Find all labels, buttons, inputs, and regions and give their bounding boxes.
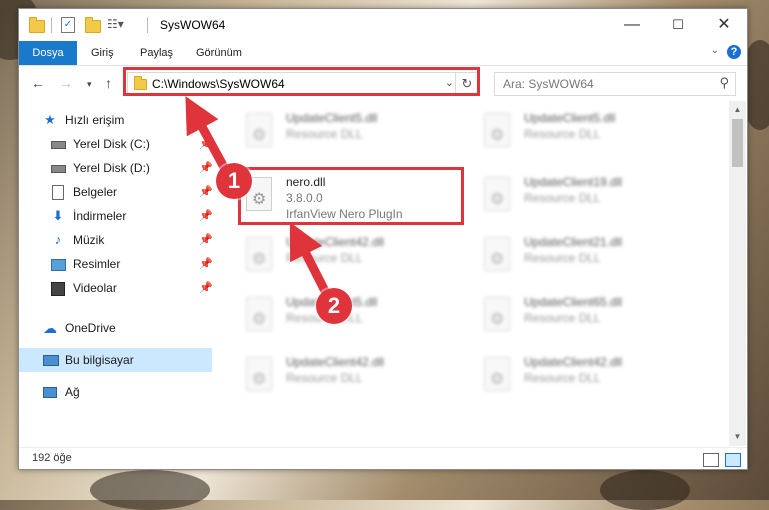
arrow-to-file (289, 221, 332, 300)
annotation-arrows (185, 96, 332, 300)
step-badge-1: 1 (216, 163, 252, 199)
step-badge-2: 2 (316, 288, 352, 324)
